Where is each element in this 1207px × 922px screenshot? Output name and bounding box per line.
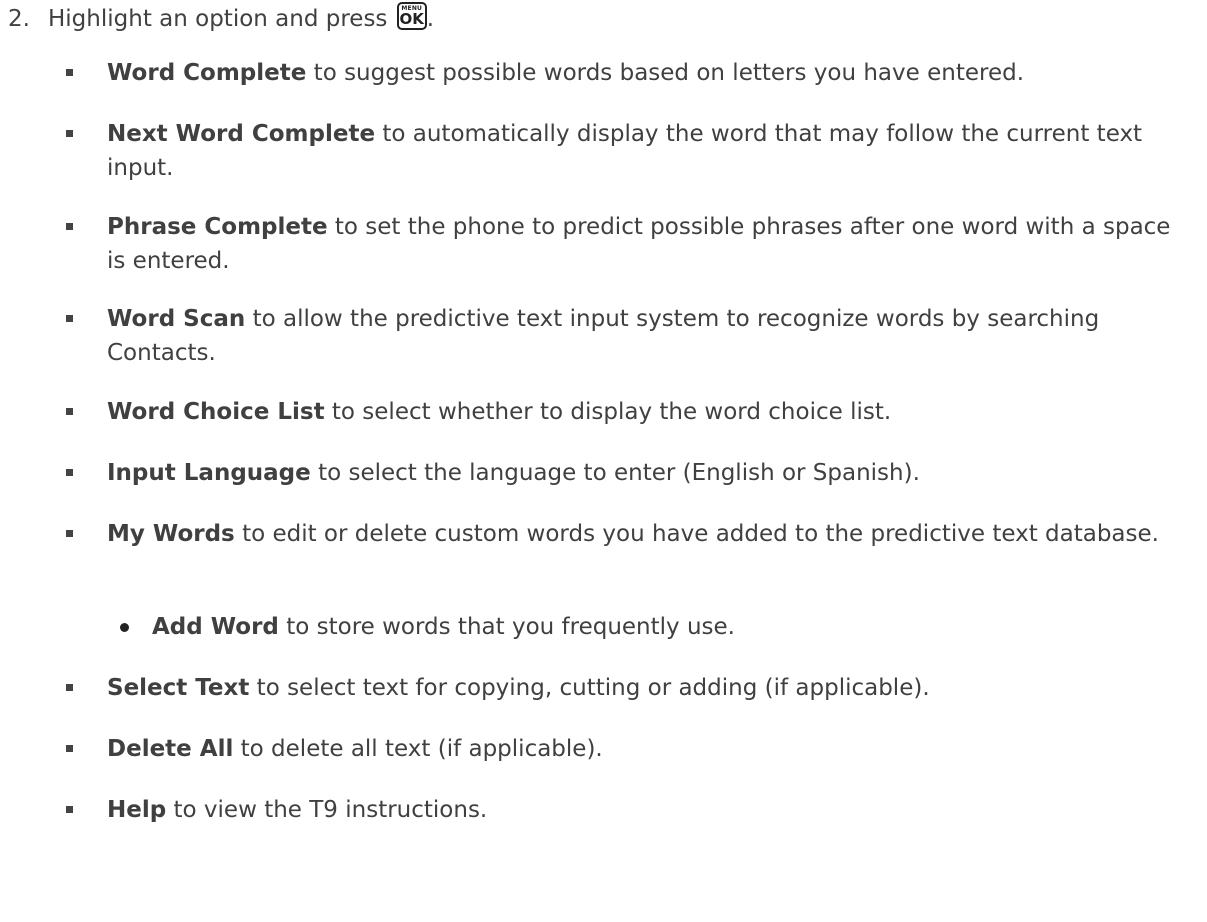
option-description: to select the language to enter (English… — [318, 460, 920, 486]
option-item-phrase-complete: Phrase Complete to set the phone to pred… — [66, 210, 1177, 278]
option-term: Input Language — [107, 460, 311, 486]
step-number: 2. — [8, 6, 30, 32]
option-item-help: Help to view the T9 instructions. — [66, 793, 1177, 827]
step-text: Highlight an option and press — [48, 6, 388, 32]
key-bottom-label: OK — [399, 10, 424, 28]
square-bullet-icon — [66, 69, 73, 76]
square-bullet-icon — [66, 469, 73, 476]
square-bullet-icon — [66, 223, 73, 230]
option-term: Select Text — [107, 675, 250, 701]
option-item-my-words: My Words to edit or delete custom words … — [66, 517, 1177, 551]
option-term: Delete All — [107, 736, 234, 762]
option-term: My Words — [107, 521, 235, 547]
square-bullet-icon — [66, 684, 73, 691]
option-term: Word Scan — [107, 306, 246, 332]
menu-ok-key-icon: MENU OK — [396, 2, 427, 30]
option-term: Add Word — [152, 614, 279, 640]
option-item-next-word-complete: Next Word Complete to automatically disp… — [66, 117, 1177, 185]
option-item-input-language: Input Language to select the language to… — [66, 456, 1177, 490]
round-bullet-icon — [120, 623, 129, 632]
option-description: to select whether to display the word ch… — [331, 399, 892, 425]
option-item-word-scan: Word Scan to allow the predictive text i… — [66, 302, 1177, 370]
step-instruction: 2. Highlight an option and press MENU OK. — [8, 2, 434, 36]
option-description: to edit or delete custom words you have … — [242, 521, 1159, 547]
square-bullet-icon — [66, 530, 73, 537]
option-term: Word Choice List — [107, 399, 325, 425]
option-item-word-complete: Word Complete to suggest possible words … — [66, 56, 1177, 90]
option-subitem-add-word: Add Word to store words that you frequen… — [120, 610, 1172, 644]
option-description: to select text for copying, cutting or a… — [256, 675, 930, 701]
square-bullet-icon — [66, 806, 73, 813]
option-item-delete-all: Delete All to delete all text (if applic… — [66, 732, 1177, 766]
square-bullet-icon — [66, 130, 73, 137]
square-bullet-icon — [66, 315, 73, 322]
option-item-select-text: Select Text to select text for copying, … — [66, 671, 1177, 705]
option-description: to store words that you frequently use. — [286, 614, 735, 640]
option-term: Help — [107, 797, 167, 823]
option-description: to view the T9 instructions. — [173, 797, 488, 823]
step-end: . — [426, 6, 435, 32]
option-term: Phrase Complete — [107, 214, 328, 240]
option-description: to delete all text (if applicable). — [240, 736, 603, 762]
square-bullet-icon — [66, 408, 73, 415]
option-description: to allow the predictive text input syste… — [107, 306, 1100, 366]
option-item-word-choice-list: Word Choice List to select whether to di… — [66, 395, 1177, 429]
option-term: Next Word Complete — [107, 121, 376, 147]
option-description: to suggest possible words based on lette… — [313, 60, 1024, 86]
square-bullet-icon — [66, 745, 73, 752]
option-term: Word Complete — [107, 60, 307, 86]
